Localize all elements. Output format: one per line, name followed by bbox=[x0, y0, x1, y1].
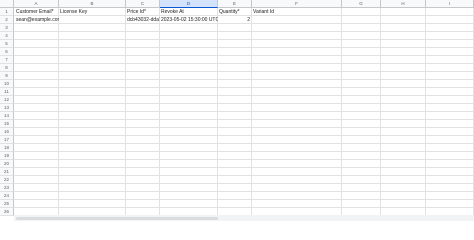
cell-e1[interactable]: Quantity* bbox=[218, 8, 252, 16]
grid-line bbox=[14, 143, 474, 144]
grid-line bbox=[14, 55, 474, 56]
cell-f1[interactable]: Variant Id bbox=[252, 8, 342, 16]
cell-c1[interactable]: Price Id* bbox=[126, 8, 160, 16]
cell-b2[interactable] bbox=[59, 16, 125, 24]
row-header-24[interactable]: 24 bbox=[0, 192, 14, 200]
grid-line bbox=[14, 63, 474, 64]
grid-line bbox=[14, 127, 474, 128]
row-header-23[interactable]: 23 bbox=[0, 184, 14, 192]
row-header-13[interactable]: 13 bbox=[0, 104, 14, 112]
row-header-22[interactable]: 22 bbox=[0, 176, 14, 184]
row-header-5[interactable]: 5 bbox=[0, 40, 14, 48]
cell-f2[interactable] bbox=[252, 16, 342, 24]
grid-line bbox=[14, 151, 474, 152]
row-header-10[interactable]: 10 bbox=[0, 80, 14, 88]
row-header-14[interactable]: 14 bbox=[0, 112, 14, 120]
grid-line bbox=[14, 119, 474, 120]
column-header-b[interactable]: B bbox=[59, 0, 126, 8]
row-header-25[interactable]: 25 bbox=[0, 200, 14, 208]
grid-line bbox=[14, 167, 474, 168]
row-header-2[interactable]: 2 bbox=[0, 16, 14, 24]
grid-line bbox=[14, 31, 474, 32]
row-header-26[interactable]: 26 bbox=[0, 208, 14, 216]
row-header-11[interactable]: 11 bbox=[0, 88, 14, 96]
row-header-15[interactable]: 15 bbox=[0, 120, 14, 128]
row-header-17[interactable]: 17 bbox=[0, 136, 14, 144]
column-header-c[interactable]: C bbox=[126, 0, 160, 8]
column-header-a[interactable]: A bbox=[14, 0, 59, 8]
column-header-d[interactable]: D bbox=[160, 0, 218, 8]
grid-line bbox=[14, 95, 474, 96]
cell-e2[interactable]: 2 bbox=[218, 16, 252, 24]
grid-line bbox=[14, 87, 474, 88]
row-header-7[interactable]: 7 bbox=[0, 56, 14, 64]
grid-line bbox=[14, 191, 474, 192]
row-header-6[interactable]: 6 bbox=[0, 48, 14, 56]
grid-line bbox=[14, 103, 474, 104]
row-header-1[interactable]: 1 bbox=[0, 8, 14, 16]
row-header-19[interactable]: 19 bbox=[0, 152, 14, 160]
cell-a1[interactable]: Customer Email* bbox=[15, 8, 59, 16]
cell-a2[interactable]: sean@example.com bbox=[15, 16, 59, 24]
column-header-i[interactable]: I bbox=[426, 0, 474, 8]
column-header-e[interactable]: E bbox=[218, 0, 252, 8]
cell-d1[interactable]: Revoke At bbox=[160, 8, 218, 16]
row-header-20[interactable]: 20 bbox=[0, 160, 14, 168]
grid-line bbox=[14, 111, 474, 112]
row-header-21[interactable]: 21 bbox=[0, 168, 14, 176]
grid-line bbox=[14, 159, 474, 160]
row-header-8[interactable]: 8 bbox=[0, 64, 14, 72]
grid-line bbox=[14, 199, 474, 200]
row-header-9[interactable]: 9 bbox=[0, 72, 14, 80]
grid-line bbox=[14, 207, 474, 208]
row-header-4[interactable]: 4 bbox=[0, 32, 14, 40]
grid-line bbox=[14, 47, 474, 48]
horizontal-scrollbar-thumb[interactable] bbox=[16, 216, 218, 220]
grid-line bbox=[14, 79, 474, 80]
row-header-18[interactable]: 18 bbox=[0, 144, 14, 152]
grid-line bbox=[14, 175, 474, 176]
row-header-12[interactable]: 12 bbox=[0, 96, 14, 104]
select-all-corner[interactable] bbox=[0, 0, 14, 8]
cell-d2[interactable]: 2023-05-02 15:30:00 UTC bbox=[160, 16, 218, 24]
cell-b1[interactable]: License Key bbox=[59, 8, 125, 16]
row-header-16[interactable]: 16 bbox=[0, 128, 14, 136]
grid-line bbox=[14, 135, 474, 136]
column-header-f[interactable]: F bbox=[252, 0, 342, 8]
row-header-3[interactable]: 3 bbox=[0, 24, 14, 32]
grid-line bbox=[14, 71, 474, 72]
column-header-g[interactable]: G bbox=[342, 0, 381, 8]
cell-c2[interactable]: dcb43032-dda7- bbox=[126, 16, 160, 24]
grid-line bbox=[14, 39, 474, 40]
column-header-h[interactable]: H bbox=[381, 0, 426, 8]
spreadsheet-grid[interactable]: A B C D E F G H I 1 2 3 4 5 6 7 8 9 10 11 12 13 14 15 1… bbox=[0, 0, 474, 221]
grid-line bbox=[14, 183, 474, 184]
